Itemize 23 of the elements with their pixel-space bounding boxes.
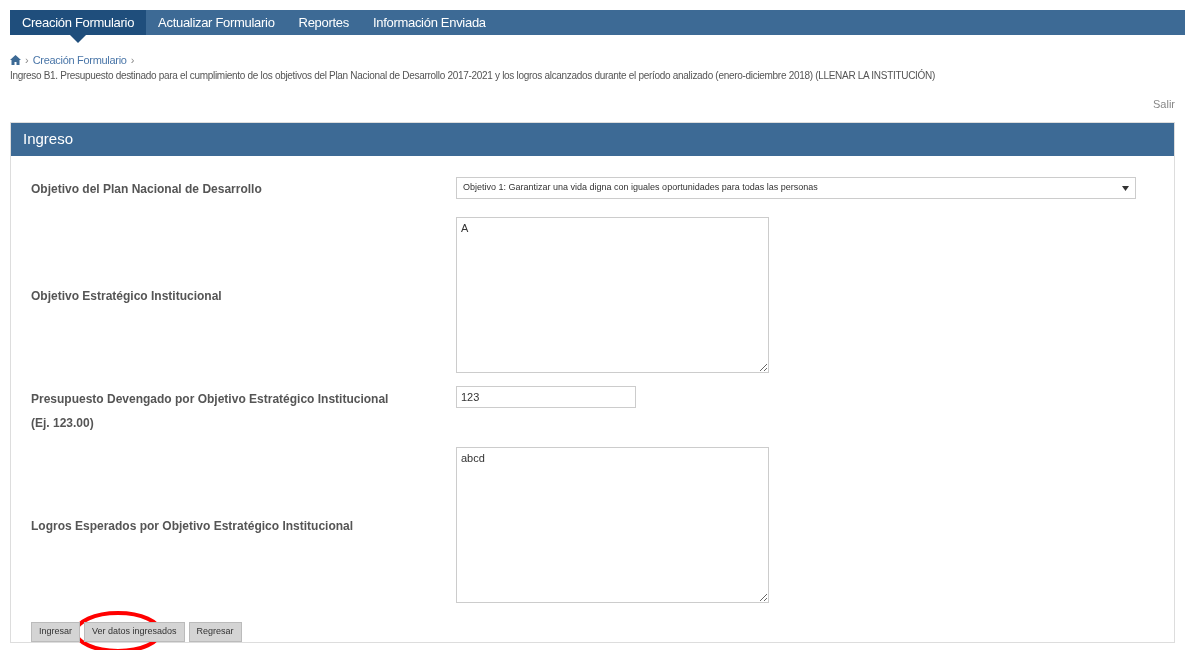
form-button[interactable]: Ingresar (31, 622, 81, 642)
form-button[interactable]: Ver datos ingresados (84, 622, 185, 642)
page-title: Ingreso B1. Presupuesto destinado para el cumplimiento de los objetivos del Plan Nacional de Desarrollo 2017-2021 y los logros alcanzados durante el período analizado (enero-diciembre 2018) (LLENAR LA INSTITUCIÓN) (10, 68, 936, 82)
amount-field[interactable]: 123 (456, 386, 636, 408)
dropdown[interactable]: Objetivo 1: Garantizar una vida digna con iguales oportunidades para todas las personas (456, 177, 1136, 199)
form-button[interactable]: Regresar (188, 622, 242, 642)
nav-tab[interactable]: Reportes (286, 10, 361, 35)
text-area[interactable]: abcd (456, 447, 769, 603)
home-icon[interactable] (10, 55, 21, 66)
separator: › (130, 53, 135, 68)
caret-icon (1122, 185, 1129, 191)
field-label: Presupuesto Devengado por Objetivo Estratégico Institucional (Ej. 123.00) (31, 392, 389, 430)
nav-tab[interactable]: Actualizar Formulario (146, 10, 287, 35)
panel-title: Ingreso (23, 129, 74, 150)
field-label: Objetivo del Plan Nacional de Desarrollo (31, 182, 262, 196)
logout-link[interactable]: Salir (1153, 95, 1175, 112)
field-label: Objetivo Estratégico Institucional (31, 289, 222, 303)
breadcrumb-link[interactable]: Creación Formulario (32, 52, 127, 69)
separator: › (25, 53, 29, 68)
tab-pointer (70, 35, 87, 43)
text-area[interactable]: A (456, 217, 769, 373)
nav-tab[interactable]: Información Enviada (360, 10, 498, 35)
field-label: Logros Esperados por Objetivo Estratégico Institucional (31, 519, 354, 533)
